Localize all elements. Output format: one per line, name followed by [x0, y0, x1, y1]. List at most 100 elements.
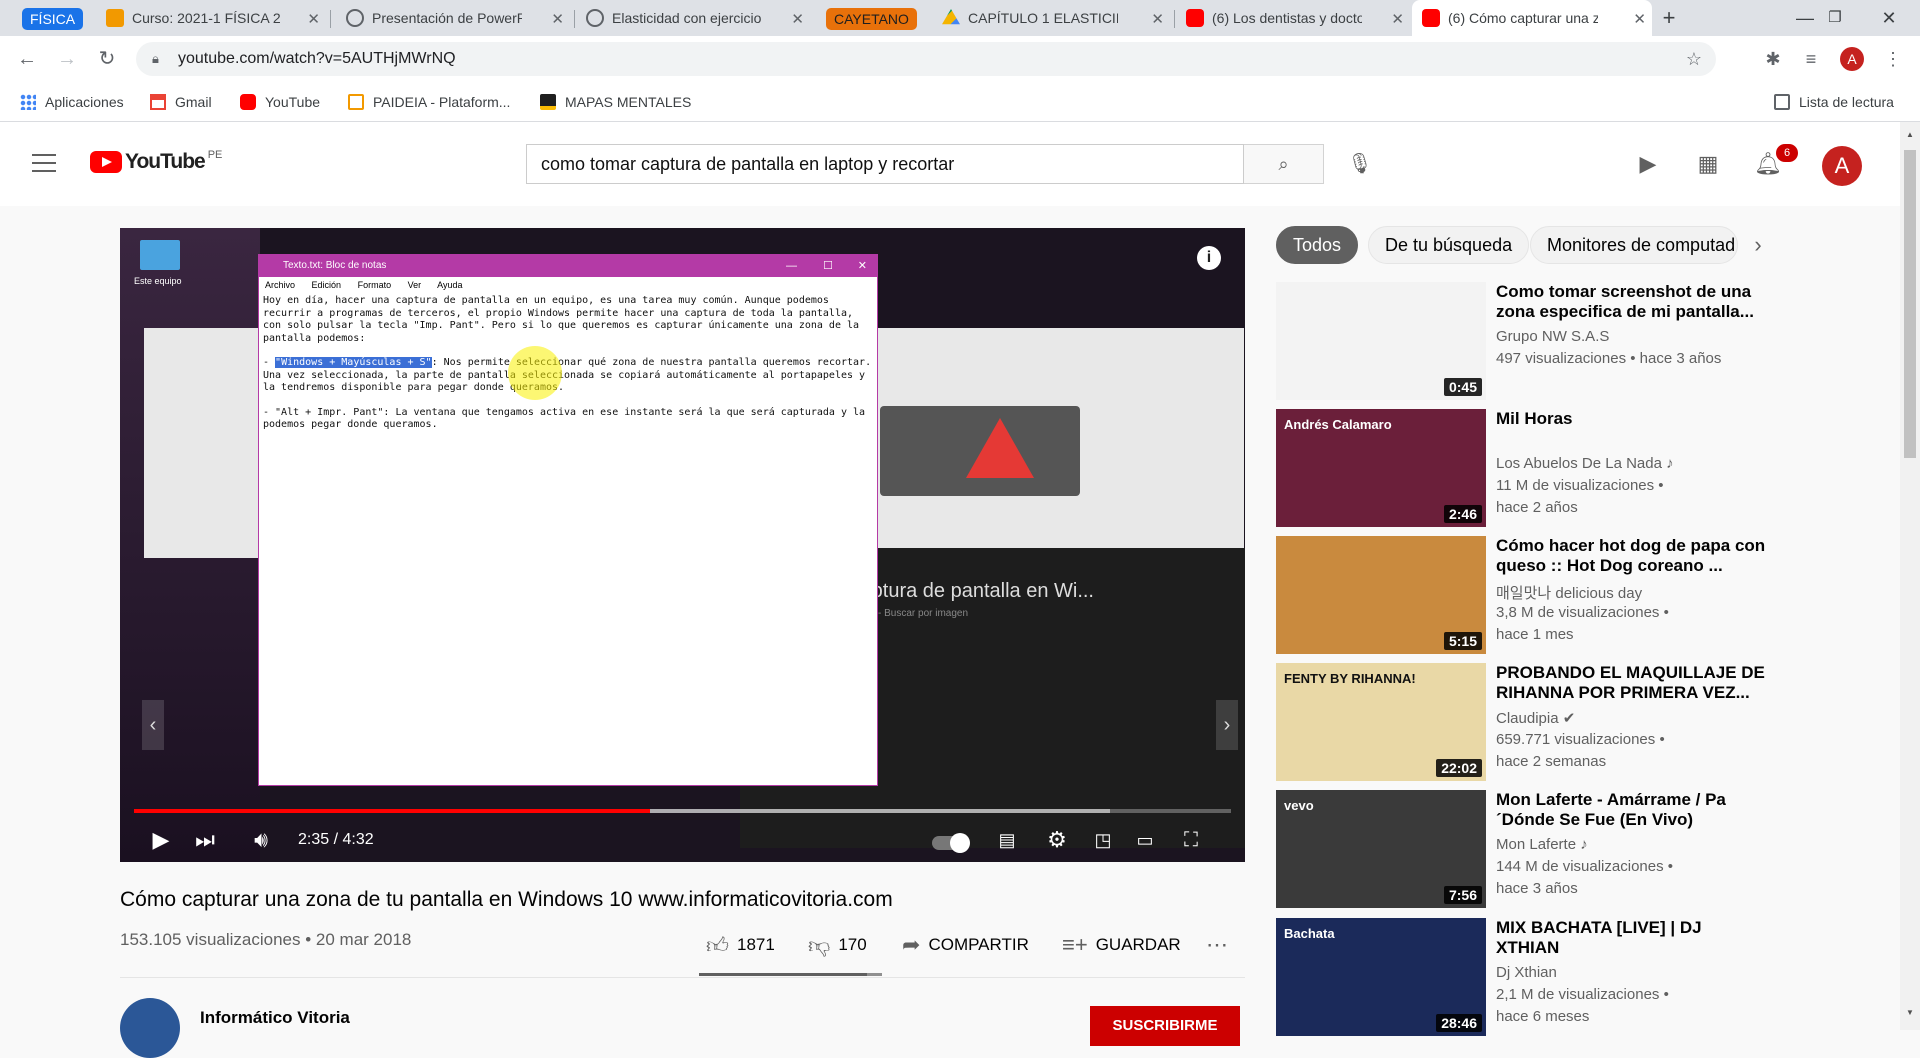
volume-icon[interactable]: 🔊︎ [244, 822, 278, 858]
youtube-logo[interactable]: YouTube PE [90, 149, 222, 174]
close-tab-icon[interactable]: ✕ [791, 10, 804, 28]
lock-icon[interactable]: 🔒︎ [152, 42, 159, 76]
recommendation-title[interactable]: MIX BACHATA [LIVE] | DJ XTHIAN [1496, 918, 1766, 958]
recommendation-channel[interactable]: Claudipia ✔ [1496, 709, 1575, 727]
scroll-down-icon[interactable]: ▼ [1900, 1008, 1920, 1024]
recommendation-title[interactable]: Mil Horas [1496, 409, 1766, 429]
tab-group-fisica[interactable]: FÍSICA [22, 8, 84, 30]
more-actions-button[interactable]: ⋯ [1206, 930, 1236, 960]
extensions-icon[interactable]: ✱ [1758, 44, 1788, 74]
voice-search-icon[interactable]: 🎙︎ [1340, 144, 1380, 184]
video-thumbnail[interactable]: FENTY BY RIHANNA! 22:02 [1276, 663, 1486, 781]
video-thumbnail[interactable]: 0:45 [1276, 282, 1486, 400]
search-input[interactable]: como tomar captura de pantalla en laptop… [526, 144, 1244, 184]
tab-active-capturar[interactable]: (6) Cómo capturar una z ✕ [1412, 0, 1652, 36]
bookmark-apps[interactable]: Aplicaciones [20, 82, 124, 122]
close-window-button[interactable]: ✕ [1862, 0, 1916, 36]
autoplay-toggle[interactable] [932, 833, 970, 853]
recommendation-channel[interactable]: Grupo NW S.A.S [1496, 328, 1609, 345]
hamburger-menu-icon[interactable] [32, 154, 56, 172]
create-video-icon[interactable]: ▶︎ [1632, 148, 1664, 180]
recommendation-title[interactable]: Mon Laferte - Amárrame / Pa ´Dónde Se Fu… [1496, 790, 1766, 830]
next-video-icon[interactable]: ⏭︎ [188, 822, 222, 858]
recommendation-title[interactable]: PROBANDO EL MAQUILLAJE DE RIHANNA POR PR… [1496, 663, 1766, 703]
like-button[interactable]: 👍︎ 1871 [706, 930, 775, 960]
logo-text: YouTube [125, 150, 206, 173]
tab-dentistas[interactable]: (6) Los dentistas y docto ✕ [1176, 0, 1410, 36]
page-scrollbar[interactable]: ▲ ▼ [1900, 122, 1920, 1030]
recommendation-channel[interactable]: Dj Xthian [1496, 964, 1557, 981]
menu-dots-icon[interactable]: ⋮ [1878, 44, 1908, 74]
recommendation-item[interactable]: 0:45 Como tomar screenshot de una zona es… [1276, 282, 1886, 402]
chip-de-tu-busqueda[interactable]: De tu búsqueda [1368, 226, 1530, 264]
restore-button[interactable]: ❐ [1808, 0, 1862, 36]
close-tab-icon[interactable]: ✕ [307, 10, 320, 28]
bookmark-gmail[interactable]: Gmail [150, 82, 212, 122]
channel-avatar[interactable] [120, 998, 180, 1058]
video-player[interactable]: Este equipo hacer una captura de pantall… [120, 228, 1245, 862]
miniplayer-icon[interactable]: ◳ [1086, 822, 1120, 858]
recommendation-item[interactable]: vevo 7:56 Mon Laferte - Amárrame / Pa ´Dón… [1276, 790, 1886, 910]
progress-bar[interactable] [134, 809, 1231, 813]
bookmark-youtube[interactable]: YouTube [240, 82, 320, 122]
share-button[interactable]: ➦ COMPARTIR [902, 930, 1029, 960]
close-tab-icon[interactable]: ✕ [1391, 10, 1404, 28]
account-avatar[interactable]: A [1822, 146, 1862, 186]
apps-grid-icon[interactable]: ▦ [1692, 148, 1724, 180]
play-icon[interactable]: ▶ [144, 822, 178, 858]
search-button[interactable]: ⌕ [1244, 144, 1324, 184]
close-tab-icon[interactable]: ✕ [1151, 10, 1164, 28]
profile-avatar[interactable]: A [1840, 47, 1864, 71]
tab-group-cayetano[interactable]: CAYETANO [826, 8, 917, 30]
media-controls-icon[interactable]: ≡ [1796, 44, 1826, 74]
tab-presentacion[interactable]: Presentación de PowerP ✕ [336, 0, 570, 36]
recommendation-title[interactable]: Como tomar screenshot de una zona especi… [1496, 282, 1766, 322]
divider [120, 977, 1245, 978]
youtube-header: YouTube PE como tomar captura de pantall… [0, 122, 1900, 206]
settings-gear-icon[interactable]: ⚙︎ [1040, 822, 1074, 858]
dislike-button[interactable]: 👎︎ 170 [808, 930, 867, 960]
recommendation-channel[interactable]: Los Abuelos De La Nada ♪ [1496, 455, 1674, 472]
chip-todos[interactable]: Todos [1276, 226, 1359, 264]
recommendation-item[interactable]: FENTY BY RIHANNA! 22:02 PROBANDO EL MAQUIL… [1276, 663, 1886, 783]
recommendation-channel[interactable]: 매일맛나 delicious day [1496, 582, 1642, 603]
close-tab-icon[interactable]: ✕ [551, 10, 564, 28]
scrollbar-thumb[interactable] [1904, 150, 1916, 458]
recommendation-title[interactable]: Cómo hacer hot dog de papa con queso :: … [1496, 536, 1766, 576]
recommendation-item[interactable]: Bachata 28:46 MIX BACHATA [LIVE] | DJ XTHI… [1276, 918, 1886, 1038]
paideia-icon [348, 94, 364, 110]
tab-curso[interactable]: Curso: 2021-1 FÍSICA 2 ( ✕ [96, 0, 326, 36]
recommendation-item[interactable]: Andrés Calamaro 2:46 Mil Horas Los Abuelos … [1276, 409, 1886, 529]
bookmark-mapas[interactable]: MAPAS MENTALES [540, 82, 691, 122]
fullscreen-icon[interactable]: ⛶ [1174, 822, 1208, 858]
forward-button[interactable]: → [52, 44, 82, 74]
info-icon[interactable]: i [1197, 246, 1221, 270]
tab-elasticidad[interactable]: Elasticidad con ejercicio ✕ [576, 0, 810, 36]
theater-mode-icon[interactable]: ▭ [1128, 822, 1162, 858]
subtitles-icon[interactable]: ▤ [990, 822, 1024, 858]
notepad-titlebar: Texto.txt: Bloc de notas — ☐ ✕ [259, 255, 877, 277]
chip-monitores[interactable]: Monitores de computad [1530, 226, 1738, 264]
back-button[interactable]: ← [12, 44, 42, 74]
bookmark-paideia[interactable]: PAIDEIA - Plataform... [348, 82, 510, 122]
video-thumbnail[interactable]: 5:15 [1276, 536, 1486, 654]
new-tab-button[interactable]: + [1642, 0, 1696, 36]
chevron-right-icon[interactable]: › [1744, 226, 1772, 264]
bookmark-label: YouTube [265, 94, 321, 110]
bookmark-star-icon[interactable]: ☆ [1686, 42, 1702, 76]
video-thumbnail[interactable]: vevo 7:56 [1276, 790, 1486, 908]
reload-button[interactable]: ↻ [92, 44, 122, 74]
subscribe-button[interactable]: SUSCRIBIRME [1090, 1006, 1240, 1046]
video-thumbnail[interactable]: Andrés Calamaro 2:46 [1276, 409, 1486, 527]
reading-list[interactable]: Lista de lectura [1774, 82, 1894, 122]
google-drive-icon [942, 9, 960, 25]
tab-capitulo[interactable]: CAPÍTULO 1 ELASTICIDA ✕ [932, 0, 1170, 36]
save-button[interactable]: ≡+ GUARDAR [1062, 930, 1181, 960]
channel-name[interactable]: Informático Vitoria [200, 1008, 350, 1028]
video-thumbnail[interactable]: Bachata 28:46 [1276, 918, 1486, 1036]
recommendation-item[interactable]: 5:15 Cómo hacer hot dog de papa con queso… [1276, 536, 1886, 656]
address-bar[interactable]: 🔒︎ youtube.com/watch?v=5AUTHjMWrNQ ☆ [136, 42, 1716, 76]
scroll-up-icon[interactable]: ▲ [1900, 130, 1920, 146]
thumbs-down-icon: 👎︎ [808, 932, 831, 958]
recommendation-channel[interactable]: Mon Laferte ♪ [1496, 836, 1588, 853]
